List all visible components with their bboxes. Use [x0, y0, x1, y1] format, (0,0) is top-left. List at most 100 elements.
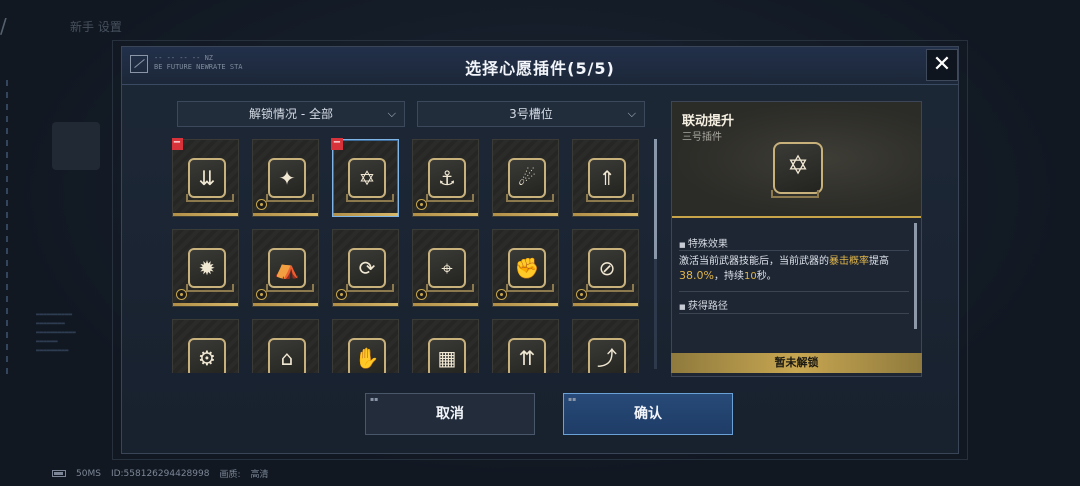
plugin-slot[interactable]: ☄ — [492, 139, 559, 217]
plugin-glyph: ✡ — [358, 166, 376, 190]
back-arrow-icon: / — [0, 14, 7, 38]
cancel-button[interactable]: ▪▪ 取消 — [365, 393, 535, 435]
close-icon: ✕ — [932, 52, 952, 77]
plugin-glyph: ⟳ — [358, 256, 376, 280]
slot-filter-dropdown[interactable]: 3号槽位 ⌵ — [417, 101, 645, 127]
plugin-slot[interactable]: ✦ — [252, 139, 319, 217]
background-breadcrumb: 新手 设置 — [70, 20, 122, 34]
plugin-slot[interactable]: ⟳ — [332, 229, 399, 307]
effect-text-2: 提高 — [869, 256, 889, 267]
remove-icon[interactable]: − — [331, 138, 343, 150]
plugin-glyph: ⇊ — [198, 166, 216, 190]
plugin-grid[interactable]: ⇊ − ✦ ✡ − ⚓ ☄ ⇑ ✹ ⛺ ⟳ ⌖ ✊ ⊘ ⚙ ⌂ ✋ ▦ ⇈ ⤴ — [172, 137, 652, 373]
plugin-glyph: ⤴ — [597, 346, 617, 370]
plugin-slot[interactable]: ⇈ — [492, 319, 559, 373]
plugin-glyph: ⚓ — [438, 166, 456, 190]
plugin-slot[interactable]: ✋ — [332, 319, 399, 373]
lock-status-bar: 暂未解锁 — [671, 353, 922, 373]
plugin-slot[interactable]: ⌂ — [252, 319, 319, 373]
remove-icon[interactable]: − — [172, 138, 183, 150]
plugin-slot[interactable]: ▦ — [412, 319, 479, 373]
slot-filter-label: 3号槽位 — [509, 107, 553, 121]
plugin-glyph: ⇑ — [598, 166, 616, 190]
plugin-glyph: ✹ — [198, 256, 216, 280]
detail-subtitle: 三号插件 — [682, 132, 722, 143]
latency-text: 50MS — [76, 468, 101, 479]
tier-badge-icon — [416, 199, 427, 210]
quality-value: 高清 — [250, 470, 269, 480]
fist-icon: ✊ — [506, 248, 554, 292]
plugin-slot[interactable]: ⤴ — [572, 319, 639, 373]
hex-star-icon: ✡ — [771, 142, 823, 198]
status-bar: 50MS ID:558126294428998 画质: 高清 — [52, 467, 269, 480]
anchor-icon: ⚓ — [426, 158, 474, 202]
plugin-glyph: ⛺ — [274, 256, 300, 280]
effect-duration: 10 — [743, 271, 757, 282]
detail-glyph: ✡ — [787, 151, 809, 181]
plugin-glyph: ▦ — [437, 346, 457, 370]
detail-header: 联动提升 三号插件 ✡ — [672, 102, 921, 218]
obtain-header: 获得路径 — [679, 297, 728, 312]
tier-badge-icon — [576, 289, 587, 300]
tier-badge-icon — [336, 289, 347, 300]
grid-scroll-thumb[interactable] — [654, 139, 657, 259]
plugin-select-modal: -- -- -- -- NZ BE FUTURE NEWRATE STA 选择心… — [121, 46, 959, 454]
spiral-icon: ⟳ — [346, 248, 394, 292]
modal-title: 选择心愿插件(5/5) — [465, 59, 615, 78]
gear-circle-icon: ⚙ — [188, 338, 226, 373]
crossed-circle-icon: ⊘ — [586, 248, 634, 292]
multi-arrow-icon: ⇈ — [508, 338, 546, 373]
divider — [679, 291, 909, 292]
shield-house-icon: ⌂ — [268, 338, 306, 373]
plugin-slot[interactable]: ⚙ — [172, 319, 239, 373]
hex-star-icon: ✡ — [346, 158, 394, 202]
effect-text-1: 激活当前武器技能后，当前武器的 — [679, 256, 829, 267]
plugin-glyph: ⚙ — [198, 346, 216, 370]
plugin-glyph: ⇈ — [518, 346, 536, 370]
plugin-glyph: ✦ — [278, 166, 296, 190]
plugin-slot[interactable]: ⛺ — [252, 229, 319, 307]
grid-scrollbar[interactable] — [654, 139, 657, 369]
plugin-slot[interactable]: ✡ − — [331, 138, 399, 217]
decor-mark: ▪▪ — [370, 396, 379, 403]
tier-badge-icon — [176, 289, 187, 300]
effect-text-3: ，持续 — [713, 271, 744, 282]
plugin-slot[interactable]: ⚓ — [412, 139, 479, 217]
plugin-slot[interactable]: ⇑ — [572, 139, 639, 217]
divider — [679, 250, 909, 251]
crosshair-icon: ⌖ — [426, 248, 474, 292]
effect-text-4: 秒。 — [756, 271, 777, 282]
confirm-button-label: 确认 — [634, 406, 662, 422]
tier-badge-icon — [496, 289, 507, 300]
effect-description: 激活当前武器技能后，当前武器的暴击概率提高 38.0%，持续10秒。 — [679, 255, 911, 284]
plugin-slot[interactable]: ⇊ − — [172, 138, 239, 217]
plugin-glyph: ✊ — [514, 256, 540, 280]
plugin-slot[interactable]: ⊘ — [572, 229, 639, 307]
plugin-glyph: ⌖ — [441, 256, 453, 280]
unlock-filter-dropdown[interactable]: 解锁情况 - 全部 ⌵ — [177, 101, 405, 127]
modal-header: -- -- -- -- NZ BE FUTURE NEWRATE STA 选择心… — [122, 47, 958, 85]
detail-title: 联动提升 — [682, 114, 735, 129]
arrows-down-icon: ⇊ — [186, 158, 234, 202]
confirm-button[interactable]: ▪▪ 确认 — [563, 393, 733, 435]
plugin-glyph: ✋ — [354, 346, 380, 370]
chevron-down-icon: ⌵ — [627, 107, 636, 120]
winged-blade-icon: ✦ — [266, 158, 314, 202]
tier-badge-icon — [416, 289, 427, 300]
detail-plugin-icon: ✡ — [771, 142, 823, 198]
plugin-slot[interactable]: ✹ — [172, 229, 239, 307]
quality-label: 画质: — [219, 470, 241, 480]
decor-mark: ▪▪ — [568, 396, 577, 403]
plugin-slot[interactable]: ✊ — [492, 229, 559, 307]
cancel-button-label: 取消 — [436, 406, 464, 422]
background-avatar — [52, 122, 100, 170]
plugin-glyph: ☄ — [518, 166, 536, 190]
detail-scrollbar[interactable] — [914, 223, 917, 329]
tier-badge-icon — [256, 289, 267, 300]
ramp-icon: ⤴ — [588, 338, 626, 373]
close-button[interactable]: ✕ — [926, 49, 958, 81]
plugin-slot[interactable]: ⌖ — [412, 229, 479, 307]
rocket-cycle-icon: ⛺ — [266, 248, 314, 292]
grid-block-icon: ▦ — [428, 338, 466, 373]
decor-rail — [6, 80, 8, 380]
